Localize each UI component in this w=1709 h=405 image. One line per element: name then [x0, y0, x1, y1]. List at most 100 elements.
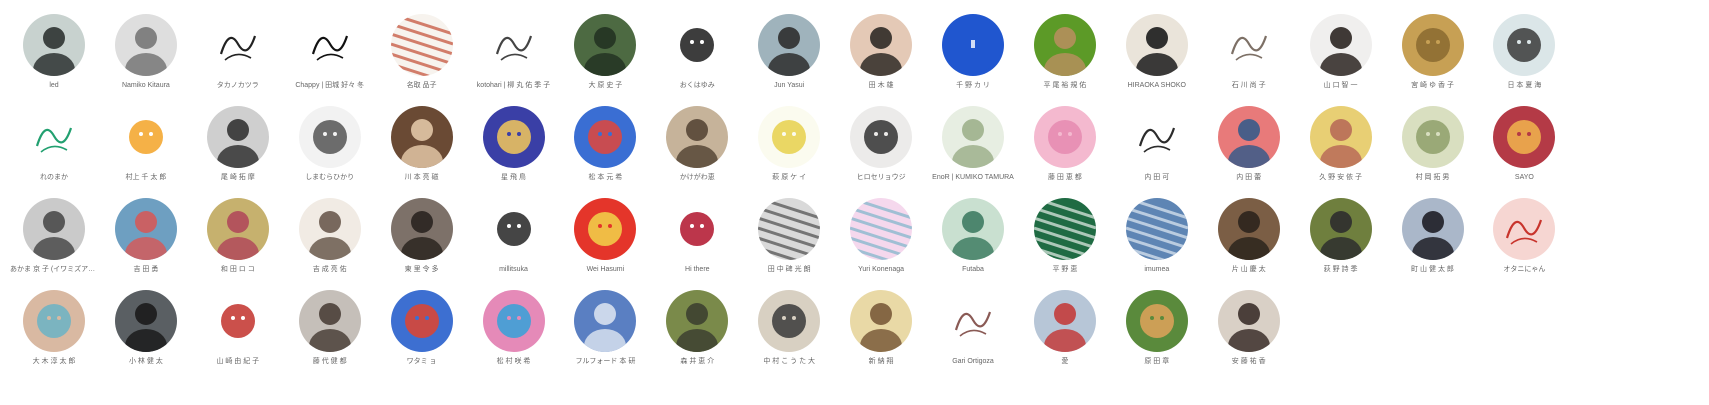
artist-item[interactable]: 大 原 史 子 [559, 14, 651, 90]
artist-avatar[interactable] [390, 106, 453, 168]
artist-avatar[interactable] [758, 290, 821, 352]
artist-avatar[interactable] [850, 14, 913, 76]
artist-item[interactable]: 石 川 尚 子 [1203, 14, 1295, 90]
artist-item[interactable]: EnoR | KUMIKO TAMURA [927, 106, 1019, 182]
artist-avatar[interactable] [1033, 198, 1096, 260]
artist-item[interactable]: led [8, 14, 100, 90]
artist-item[interactable]: 片 山 慶 太 [1203, 198, 1295, 274]
artist-item[interactable]: 千 野 カ リ [927, 14, 1019, 90]
artist-item[interactable]: kotohari | 柳 丸 佑 季 子 [468, 14, 560, 90]
artist-avatar[interactable] [206, 106, 269, 168]
artist-avatar[interactable] [114, 106, 177, 168]
artist-avatar[interactable] [114, 290, 177, 352]
artist-avatar[interactable] [758, 106, 821, 168]
artist-avatar[interactable] [1493, 14, 1556, 76]
artist-item[interactable]: 萩 原 ケ イ [743, 106, 835, 182]
artist-item[interactable]: 田 木 雄 [835, 14, 927, 90]
artist-avatar[interactable] [298, 14, 361, 76]
artist-item[interactable]: 吉 田 勇 [100, 198, 192, 274]
artist-item[interactable]: 中 村 こ う た 大 [743, 290, 835, 366]
artist-item[interactable]: おくはゆみ [651, 14, 743, 90]
artist-avatar[interactable] [1309, 198, 1372, 260]
artist-avatar[interactable] [574, 14, 637, 76]
artist-item[interactable]: フルフォード 本 研 [559, 290, 651, 366]
artist-avatar[interactable] [574, 290, 637, 352]
artist-item[interactable]: 藤 田 恵 都 [1019, 106, 1111, 182]
artist-item[interactable]: 平 尾 裕 規 佑 [1019, 14, 1111, 90]
artist-item[interactable]: 日 本 夏 海 [1478, 14, 1570, 90]
artist-item[interactable]: 町 山 健 太 郎 [1387, 198, 1479, 274]
artist-item[interactable]: 和 田 ロ コ [192, 198, 284, 274]
artist-avatar[interactable] [1309, 14, 1372, 76]
artist-item[interactable]: 星 飛 鳥 [468, 106, 560, 182]
artist-item[interactable]: しまむらひかり [284, 106, 376, 182]
artist-avatar[interactable] [942, 106, 1004, 168]
artist-avatar[interactable] [23, 14, 85, 76]
artist-item[interactable]: Yuri Konenaga [835, 198, 927, 274]
artist-item[interactable]: 内 田 蕾 [1203, 106, 1295, 182]
artist-avatar[interactable] [574, 198, 637, 260]
artist-item[interactable]: millitsuka [468, 198, 560, 274]
artist-item[interactable]: れのまか [8, 106, 100, 182]
artist-avatar[interactable] [666, 290, 729, 352]
artist-item[interactable]: タカノカツラ [192, 14, 284, 90]
artist-avatar[interactable] [1217, 290, 1280, 352]
artist-item[interactable]: ヒロセリョウジ [835, 106, 927, 182]
artist-item[interactable]: 吉 成 亮 佑 [284, 198, 376, 274]
artist-item[interactable]: 大 木 淳 太 郎 [8, 290, 100, 366]
artist-avatar[interactable] [298, 106, 361, 168]
artist-avatar[interactable] [114, 198, 177, 260]
artist-item[interactable]: 山 口 智 一 [1295, 14, 1387, 90]
artist-item[interactable]: 村 岡 拓 男 [1387, 106, 1479, 182]
artist-avatar[interactable] [758, 198, 821, 260]
artist-avatar[interactable] [850, 106, 913, 168]
artist-item[interactable]: 内 田 可 [1111, 106, 1203, 182]
artist-avatar[interactable] [1217, 198, 1280, 260]
artist-avatar[interactable] [23, 106, 85, 168]
artist-avatar[interactable] [1217, 106, 1280, 168]
artist-avatar[interactable] [390, 198, 453, 260]
artist-item[interactable]: Hi there [651, 198, 743, 274]
artist-item[interactable]: 宮 崎 ゆ 香 子 [1387, 14, 1479, 90]
artist-avatar[interactable] [1125, 14, 1188, 76]
artist-avatar[interactable] [942, 198, 1004, 260]
artist-avatar[interactable] [1033, 106, 1096, 168]
artist-avatar[interactable] [1493, 106, 1556, 168]
artist-avatar[interactable] [850, 290, 913, 352]
artist-item[interactable]: Wei Hasumi [559, 198, 651, 274]
artist-item[interactable]: 名取 品子 [376, 14, 468, 90]
artist-item[interactable]: 安 藤 祐 香 [1203, 290, 1295, 366]
artist-item[interactable]: あかま 京 子 (イワミズアサコ) [8, 198, 100, 274]
artist-item[interactable]: 松 本 元 希 [559, 106, 651, 182]
artist-avatar[interactable] [482, 14, 545, 76]
artist-item[interactable]: 藤 代 健 都 [284, 290, 376, 366]
artist-avatar[interactable] [206, 14, 269, 76]
artist-item[interactable]: 新 納 翔 [835, 290, 927, 366]
artist-avatar[interactable] [1401, 14, 1464, 76]
artist-avatar[interactable] [1309, 106, 1372, 168]
artist-item[interactable]: Gari Ortigoza [927, 290, 1019, 366]
artist-avatar[interactable] [1125, 198, 1188, 260]
artist-item[interactable]: Chappy | 田城 好々 冬 [284, 14, 376, 90]
artist-item[interactable]: 松 村 咲 希 [468, 290, 560, 366]
artist-avatar[interactable] [482, 106, 545, 168]
artist-item[interactable]: 荻 野 詩 季 [1295, 198, 1387, 274]
artist-item[interactable]: 愛 [1019, 290, 1111, 366]
artist-avatar[interactable] [1125, 106, 1188, 168]
artist-item[interactable]: HIRAOKA SHOKO [1111, 14, 1203, 90]
artist-item[interactable]: かけがわ恵 [651, 106, 743, 182]
artist-item[interactable]: 田 中 碑 光 朗 [743, 198, 835, 274]
artist-item[interactable]: 尾 崎 拓 摩 [192, 106, 284, 182]
artist-avatar[interactable] [1125, 290, 1188, 352]
artist-item[interactable]: Namiko Kitaura [100, 14, 192, 90]
artist-item[interactable]: オタニにゃん [1478, 198, 1570, 274]
artist-avatar[interactable] [114, 14, 177, 76]
artist-avatar[interactable] [482, 198, 545, 260]
artist-item[interactable]: 森 井 恵 介 [651, 290, 743, 366]
artist-item[interactable]: 東 里 令 多 [376, 198, 468, 274]
artist-avatar[interactable] [942, 14, 1004, 76]
artist-avatar[interactable] [1401, 106, 1464, 168]
artist-avatar[interactable] [298, 290, 361, 352]
artist-avatar[interactable] [574, 106, 637, 168]
artist-avatar[interactable] [206, 198, 269, 260]
